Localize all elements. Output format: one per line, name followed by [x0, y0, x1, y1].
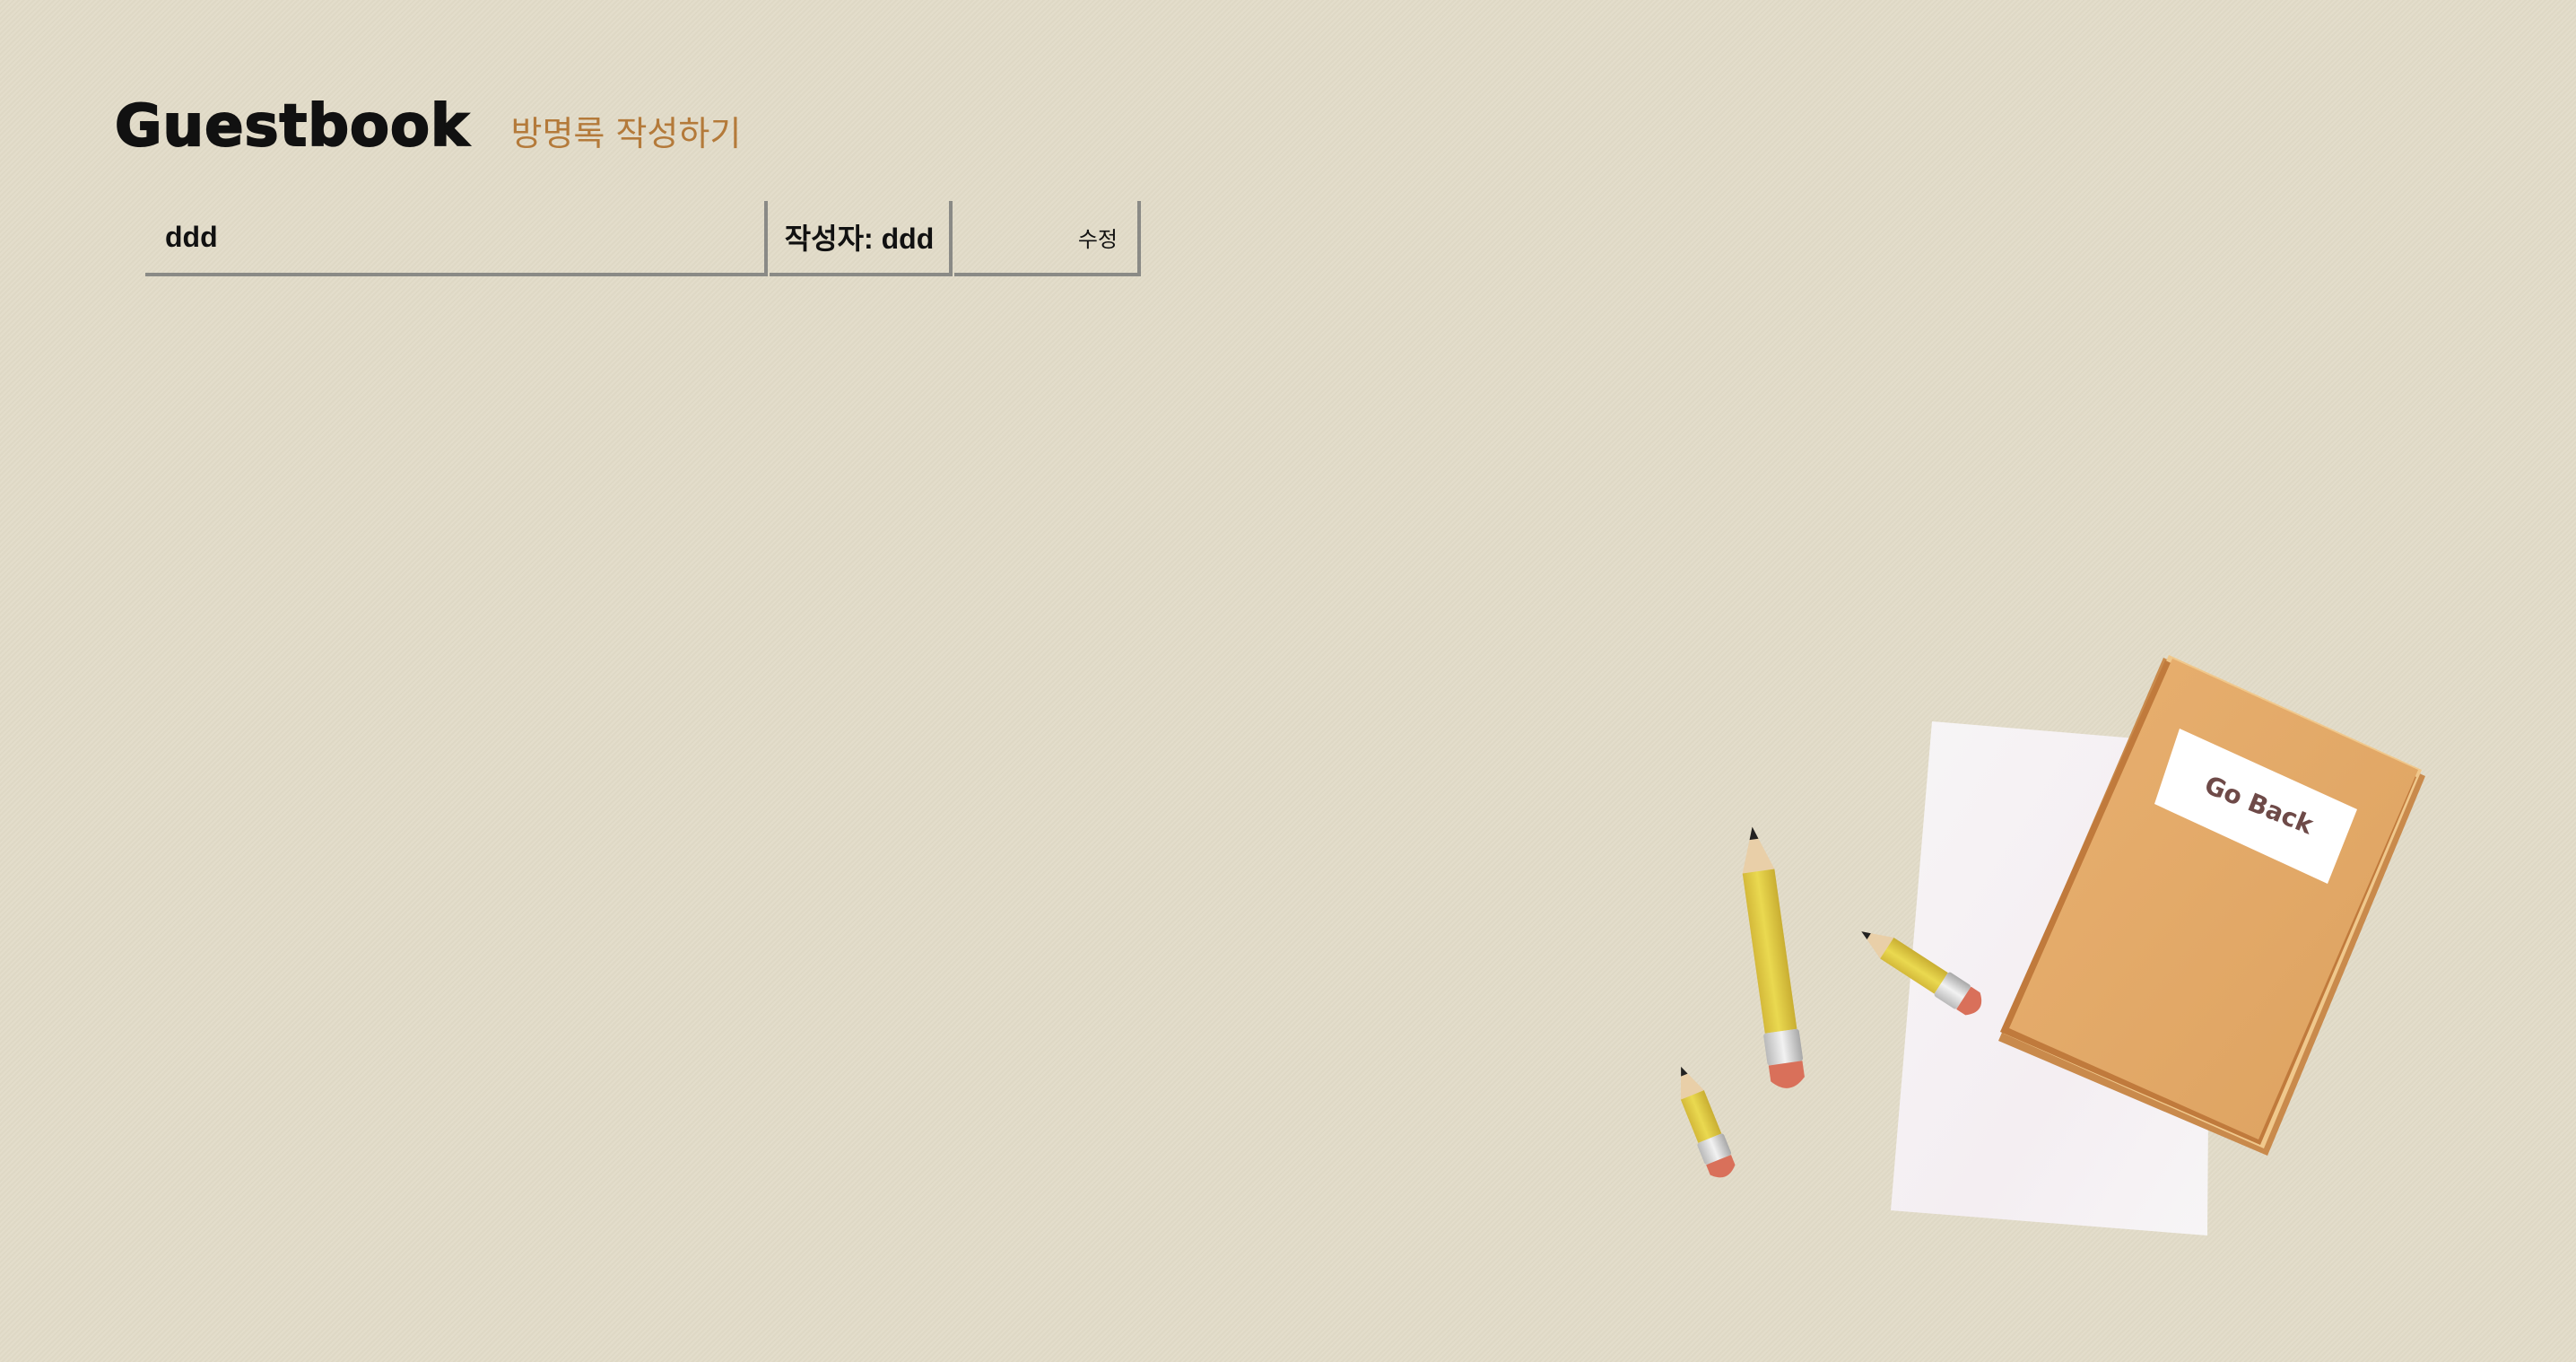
write-guestbook-link[interactable]: 방명록 작성하기: [511, 106, 742, 155]
page-header: Guestbook 방명록 작성하기: [114, 92, 742, 161]
entry-author: 작성자: ddd: [770, 201, 953, 276]
guestbook-entry-row: ddd 작성자: ddd 수정: [145, 201, 1141, 276]
page-title: Guestbook: [114, 92, 470, 161]
edit-button[interactable]: 수정: [1078, 222, 1118, 253]
pencil-large: [1742, 826, 1805, 1088]
entry-edit-cell: 수정: [954, 201, 1141, 276]
entry-content: ddd: [145, 201, 768, 276]
pencil-small: [1680, 1066, 1736, 1178]
pencil-tilted: [1861, 931, 1982, 1016]
notebook-go-back[interactable]: Go Back: [1998, 655, 2425, 1156]
